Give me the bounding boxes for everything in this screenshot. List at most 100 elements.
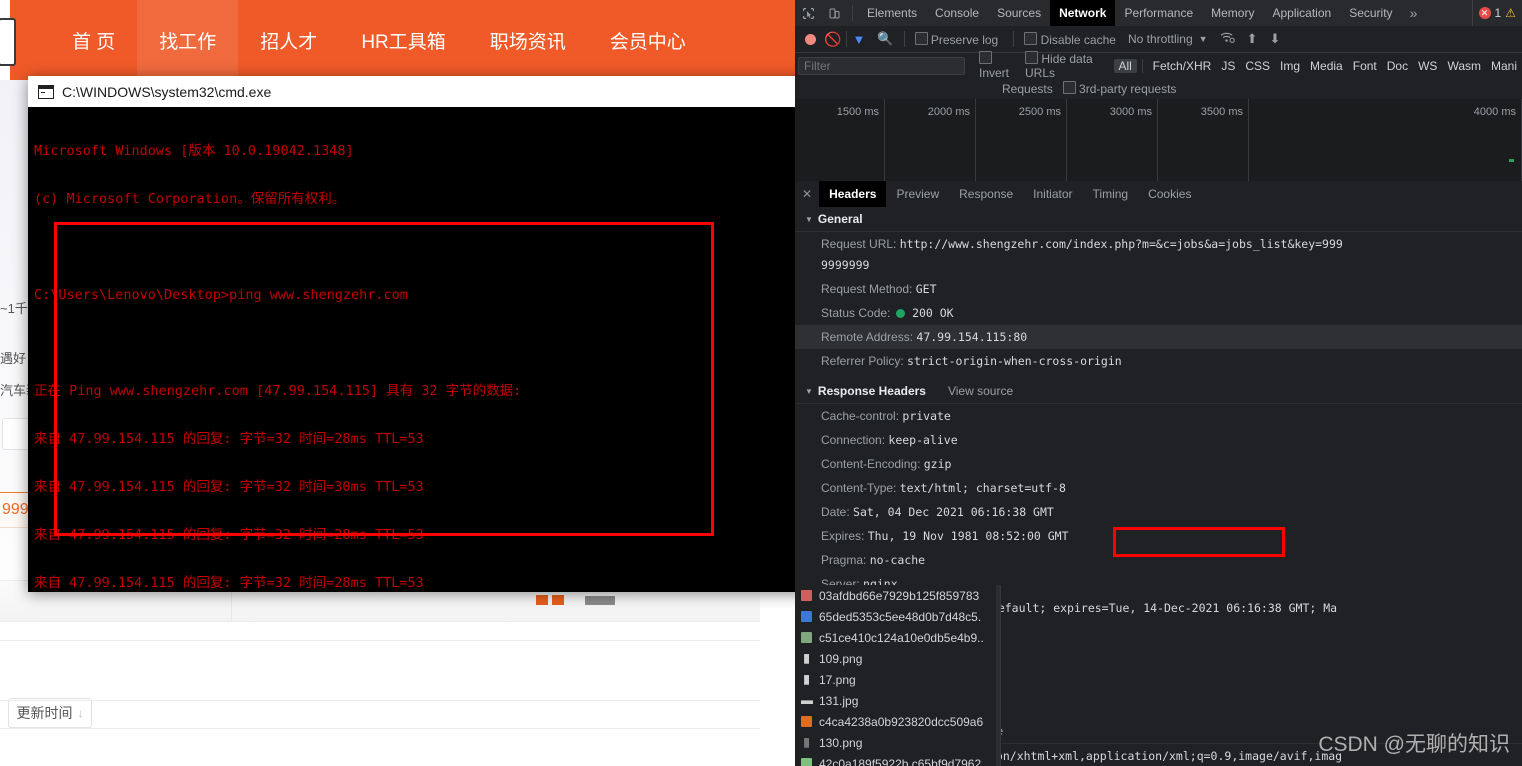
timeline-tick: 2000 ms	[927, 106, 970, 118]
view-source-response-link[interactable]: View source	[948, 384, 1013, 398]
invert-checkbox[interactable]	[979, 51, 992, 64]
general-section-header[interactable]: ▼ General	[795, 207, 1522, 232]
header-key: Date:	[821, 505, 850, 519]
nav-item-news[interactable]: 职场资讯	[468, 0, 588, 80]
request-name: 65ded5353c5ee48d0b7d48c5.	[819, 609, 982, 624]
list-item[interactable]: c51ce410c124a10e0db5e4b9..	[795, 627, 1000, 648]
subtab-response[interactable]: Response	[949, 181, 1023, 207]
resource-type-wasm[interactable]: Wasm	[1442, 59, 1486, 73]
resource-type-fetch-xhr[interactable]: Fetch/XHR	[1148, 59, 1217, 73]
list-item[interactable]: 65ded5353c5ee48d0b7d48c5.	[795, 606, 1000, 627]
timeline-tick: 1500 ms	[836, 106, 879, 118]
header-key: Cache-control:	[821, 409, 900, 423]
blocked-requests-label[interactable]: Requests	[1002, 82, 1053, 96]
image-file-icon: ▬	[801, 693, 813, 707]
resource-type-media[interactable]: Media	[1305, 59, 1348, 73]
sort-by-update-time-button[interactable]: 更新时间 ↓	[8, 698, 92, 728]
subtab-timing[interactable]: Timing	[1083, 181, 1139, 207]
list-item[interactable]: ▮ 17.png	[795, 669, 1000, 690]
nav-item-find-job[interactable]: 找工作	[137, 0, 239, 80]
issues-counter[interactable]: ✕ 1 ⚠	[1471, 0, 1522, 26]
timeline-cell: 2000 ms	[885, 99, 976, 181]
resource-type-css[interactable]: CSS	[1240, 59, 1275, 73]
request-list-scrollbar[interactable]	[996, 585, 1000, 766]
list-item[interactable]: 03afdbd66e7929b125f859783	[795, 585, 1000, 606]
tab-network[interactable]: Network	[1050, 0, 1116, 26]
tab-elements[interactable]: Elements	[858, 0, 926, 26]
list-item[interactable]: ▮ 109.png	[795, 648, 1000, 669]
inspect-element-icon[interactable]	[795, 0, 821, 26]
subtab-initiator[interactable]: Initiator	[1023, 181, 1082, 207]
list-item[interactable]: 42c0a189f5922b.c65bf9d7962	[795, 753, 1000, 766]
network-conditions-icon[interactable]	[1220, 31, 1235, 47]
network-timeline[interactable]: 1500 ms 2000 ms 2500 ms 3000 ms 3500 ms …	[795, 99, 1522, 182]
list-item[interactable]: c4ca4238a0b923820dcc509a6	[795, 711, 1000, 732]
preserve-log-checkbox[interactable]	[914, 31, 928, 45]
throttling-select[interactable]: No throttling	[1128, 32, 1193, 46]
third-party-checkbox[interactable]	[1062, 81, 1076, 94]
filter-input[interactable]	[798, 56, 965, 75]
response-headers-section-header[interactable]: ▼ Response Headers View source	[795, 379, 1522, 404]
header-value: GET	[915, 282, 937, 296]
toolbar-divider-3	[1013, 31, 1015, 47]
tab-application[interactable]: Application	[1263, 0, 1340, 26]
third-party-requests-toggle[interactable]: 3rd-party requests	[1062, 81, 1176, 96]
device-toolbar-icon[interactable]	[821, 0, 847, 26]
tab-performance[interactable]: Performance	[1115, 0, 1202, 26]
header-key: Request URL:	[821, 237, 897, 251]
export-har-icon[interactable]: ⬇	[1269, 31, 1280, 47]
header-value: no-cache	[869, 553, 926, 567]
tab-security[interactable]: Security	[1340, 0, 1401, 26]
network-request-list[interactable]: 03afdbd66e7929b125f859783 65ded5353c5ee4…	[795, 585, 1001, 766]
response-header-row: Content-Type: text/html; charset=utf-8	[795, 476, 1522, 500]
site-logo[interactable]	[0, 18, 16, 66]
resource-type-all[interactable]: All	[1113, 58, 1137, 73]
subtab-preview[interactable]: Preview	[886, 181, 949, 207]
hide-data-urls-toggle[interactable]: Hide data URLs	[1025, 51, 1104, 80]
header-value: 47.99.154.115:80	[916, 330, 1028, 344]
disable-cache-checkbox[interactable]	[1024, 31, 1038, 45]
list-item[interactable]: ▮ 130.png	[795, 732, 1000, 753]
chevron-down-icon[interactable]: ▼	[805, 215, 813, 224]
subtab-headers[interactable]: Headers	[819, 181, 887, 207]
resource-type-manifest[interactable]: Mani	[1486, 59, 1522, 73]
screenshot-root: 首 页 找工作 招人才 HR工具箱 职场资讯 会员中心 ~1千 遇好 汽车装 9…	[0, 0, 1522, 766]
request-name: 130.png	[819, 735, 863, 750]
nav-item-member-center[interactable]: 会员中心	[588, 0, 708, 80]
more-tabs-icon[interactable]: »	[1402, 5, 1426, 21]
subtab-cookies[interactable]: Cookies	[1138, 181, 1201, 207]
header-row-remote-address: Remote Address: 47.99.154.115:80	[795, 325, 1522, 349]
nav-item-recruit[interactable]: 招人才	[238, 0, 339, 80]
resource-type-js[interactable]: JS	[1216, 59, 1240, 73]
resource-type-ws[interactable]: WS	[1413, 59, 1442, 73]
nav-item-home[interactable]: 首 页	[50, 0, 137, 80]
record-button[interactable]	[805, 33, 816, 45]
header-key: Content-Encoding:	[821, 457, 921, 471]
image-file-icon	[801, 716, 812, 727]
tab-memory[interactable]: Memory	[1202, 0, 1263, 26]
header-key: Connection:	[821, 433, 886, 447]
tab-sources[interactable]: Sources	[988, 0, 1050, 26]
response-header-row: Connection: keep-alive	[795, 428, 1522, 452]
header-value: text/html; charset=utf-8	[899, 481, 1066, 495]
hide-data-urls-checkbox[interactable]	[1025, 51, 1039, 64]
chevron-down-icon[interactable]: ▼	[805, 387, 813, 396]
list-item[interactable]: ▬ 131.jpg	[795, 690, 1000, 711]
invert-toggle[interactable]: Invert	[979, 51, 1015, 80]
error-icon: ✕	[1478, 7, 1491, 19]
clear-icon[interactable]: 🚫	[824, 31, 841, 48]
header-row-referrer-policy: Referrer Policy: strict-origin-when-cros…	[795, 349, 1522, 373]
response-header-row: Date: Sat, 04 Dec 2021 06:16:38 GMT	[795, 500, 1522, 524]
resource-type-font[interactable]: Font	[1348, 59, 1382, 73]
import-har-icon[interactable]: ⬆	[1247, 31, 1258, 47]
tab-console[interactable]: Console	[926, 0, 988, 26]
preserve-log-toggle[interactable]: Preserve log	[914, 31, 998, 47]
filter-icon[interactable]: ▼	[852, 32, 865, 47]
search-icon[interactable]: 🔍	[877, 31, 893, 47]
nav-item-hr-tools[interactable]: HR工具箱	[339, 0, 467, 80]
disable-cache-toggle[interactable]: Disable cache	[1024, 31, 1116, 47]
close-request-detail-icon[interactable]: ✕	[795, 187, 819, 201]
resource-type-doc[interactable]: Doc	[1382, 59, 1413, 73]
chevron-down-icon[interactable]: ▼	[1199, 34, 1208, 44]
resource-type-img[interactable]: Img	[1275, 59, 1305, 73]
